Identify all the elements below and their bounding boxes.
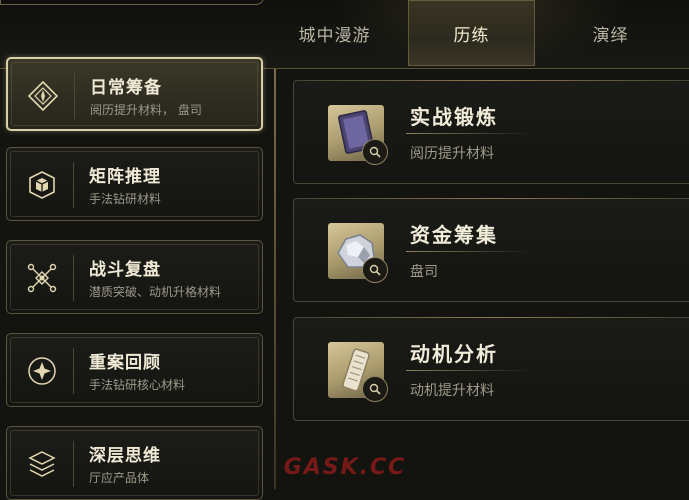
- tab-city-roam[interactable]: 城中漫游: [271, 0, 398, 66]
- card-subtitle: 盘司: [410, 264, 438, 280]
- sidebar-item-matrix-reasoning[interactable]: 矩阵推理 手法钻研材料: [6, 147, 263, 221]
- sidebar-item-subtitle: 阅历提升材料， 盘司: [90, 103, 202, 117]
- tab-training[interactable]: 历练: [408, 0, 535, 66]
- card-title: 资金筹集: [410, 223, 498, 247]
- card-title: 动机分析: [410, 342, 498, 366]
- card-subtitle: 阅历提升材料: [410, 146, 494, 162]
- sidebar-item-title: 日常筹备: [90, 78, 162, 98]
- card-subtitle: 动机提升材料: [410, 383, 494, 399]
- sidebar-item-subtitle: 手法钻研材料: [89, 192, 162, 206]
- card-top-line: [306, 317, 680, 318]
- activity-card-combat-training[interactable]: 实战锻炼 阅历提升材料: [293, 80, 689, 184]
- sidebar-item-title: 深层思维: [89, 446, 161, 466]
- tab-deduction[interactable]: 演绎: [547, 0, 674, 66]
- card-rule: [406, 251, 534, 252]
- sidebar-item-daily-prep[interactable]: 日常筹备 阅历提升材料， 盘司: [6, 57, 263, 131]
- sidebar-item-title: 战斗复盘: [89, 260, 161, 280]
- magnifier-icon[interactable]: [362, 257, 388, 283]
- item-separator: [74, 73, 75, 119]
- sidebar-item-subtitle: 潜质突破、动机升格材料: [89, 285, 222, 299]
- network-nodes-icon: [25, 261, 59, 295]
- magnifier-icon[interactable]: [362, 139, 388, 165]
- sidebar-item-subtitle: 厅应产品体: [89, 471, 150, 485]
- item-separator: [73, 441, 74, 487]
- sidebar-item-battle-review[interactable]: 战斗复盘 潜质突破、动机升格材料: [6, 240, 263, 314]
- card-title: 实战锻炼: [410, 105, 498, 129]
- compass-diamond-icon: [26, 79, 60, 113]
- cube-icon: [25, 168, 59, 202]
- sidebar-item-title: 矩阵推理: [89, 167, 161, 187]
- header-frame: [0, 0, 264, 5]
- spiral-star-icon: [25, 354, 59, 388]
- watermark: GASK.CC: [283, 454, 407, 480]
- magnifier-icon[interactable]: [362, 376, 388, 402]
- sidebar-divider: [274, 69, 276, 489]
- card-top-line: [306, 80, 680, 81]
- sidebar-item-subtitle: 手法钻研核心材料: [89, 378, 186, 392]
- card-top-line: [306, 198, 680, 199]
- card-rule: [406, 133, 534, 134]
- sidebar-item-title: 重案回顾: [89, 353, 161, 373]
- activity-card-motive-analysis[interactable]: 动机分析 动机提升材料: [293, 317, 689, 421]
- item-separator: [73, 162, 74, 208]
- item-separator: [73, 255, 74, 301]
- stacked-layers-icon: [25, 447, 59, 481]
- activity-card-fund-raising[interactable]: 资金筹集 盘司: [293, 198, 689, 302]
- sidebar-item-case-review[interactable]: 重案回顾 手法钻研核心材料: [6, 333, 263, 407]
- item-separator: [73, 348, 74, 394]
- card-rule: [406, 370, 534, 371]
